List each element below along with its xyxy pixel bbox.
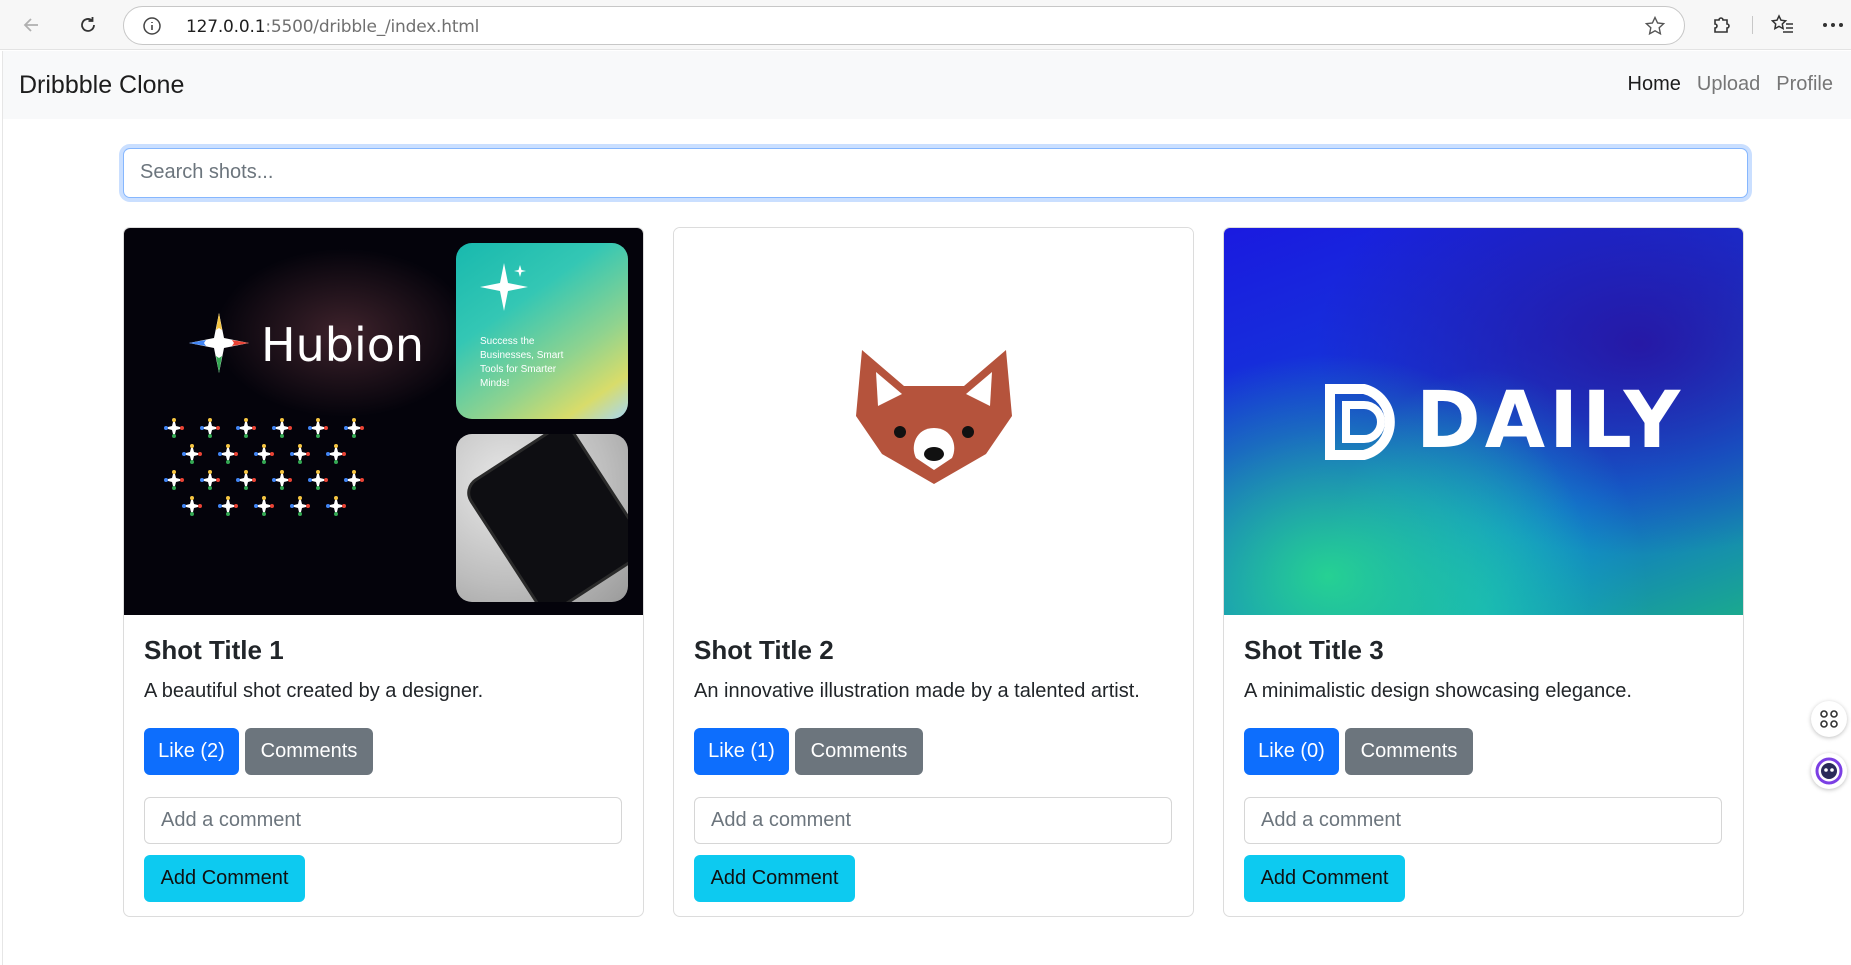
shot-image[interactable] [674, 228, 1193, 615]
promo-card-text: Success the Businesses, Smart Tools for … [480, 336, 564, 389]
puzzle-icon [1714, 17, 1730, 33]
like-button[interactable]: Like (0) [1244, 728, 1339, 775]
url-text: 127.0.0.1:5500/dribble_/index.html [186, 17, 480, 37]
browser-toolbar: 127.0.0.1:5500/dribble_/index.html [0, 0, 1851, 50]
search-input[interactable]: Search shots... [123, 148, 1748, 198]
comments-button[interactable]: Comments [1345, 728, 1473, 775]
favorites-button[interactable] [1769, 11, 1797, 39]
toolbar-separator [1752, 16, 1753, 34]
favorite-star-icon[interactable] [1644, 15, 1666, 37]
shot-title: Shot Title 2 [694, 635, 834, 665]
comment-input[interactable]: Add a comment [1244, 797, 1722, 844]
extensions-button[interactable] [1707, 11, 1735, 39]
address-bar[interactable]: 127.0.0.1:5500/dribble_/index.html [123, 6, 1685, 45]
phone-mockup [464, 434, 628, 602]
shot-title: Shot Title 1 [144, 635, 284, 665]
nav-links: Home Upload Profile [1620, 73, 1841, 96]
sparkle-logo-icon [189, 313, 249, 373]
comment-input[interactable]: Add a comment [144, 797, 622, 844]
shot-description: An innovative illustration made by a tal… [694, 680, 1140, 702]
shot-image[interactable]: DAILY [1224, 228, 1743, 615]
like-button[interactable]: Like (1) [694, 728, 789, 775]
site-info-icon[interactable] [142, 16, 162, 36]
shot-card: Hubion Success the Businesses, Smart Too… [123, 227, 644, 917]
sparkle-icon [480, 263, 528, 311]
hubion-promo-card: Success the Businesses, Smart Tools for … [456, 243, 628, 419]
command-icon [1820, 710, 1838, 728]
assistant-face-icon [1815, 757, 1843, 785]
nav-link-profile[interactable]: Profile [1768, 73, 1841, 96]
add-comment-button[interactable]: Add Comment [694, 855, 855, 902]
shot-card: Shot Title 2 An innovative illustration … [673, 227, 1194, 917]
fox-logo-icon [856, 350, 1012, 484]
sidebar-widget-button[interactable] [1811, 701, 1847, 737]
phone-mockup-card [456, 434, 628, 602]
comment-input[interactable]: Add a comment [694, 797, 1172, 844]
navbar: Dribbble Clone Home Upload Profile [3, 51, 1851, 119]
comments-button[interactable]: Comments [795, 728, 923, 775]
favorites-list-icon [1771, 14, 1793, 33]
page-content: Dribbble Clone Home Upload Profile Searc… [2, 51, 1851, 965]
daily-wordmark: DAILY [1416, 376, 1685, 466]
nav-link-home[interactable]: Home [1620, 73, 1689, 96]
assistant-widget-button[interactable] [1811, 753, 1847, 789]
brand-link[interactable]: Dribbble Clone [19, 71, 184, 100]
shot-card: DAILY Shot Title 3 A minimalistic design… [1223, 227, 1744, 917]
add-comment-button[interactable]: Add Comment [144, 855, 305, 902]
comments-button[interactable]: Comments [245, 728, 373, 775]
hubion-wordmark: Hubion [261, 318, 425, 372]
more-menu-button[interactable] [1819, 11, 1847, 39]
shot-description: A minimalistic design showcasing eleganc… [1244, 680, 1632, 702]
shot-image[interactable]: Hubion Success the Businesses, Smart Too… [124, 228, 643, 615]
reload-button[interactable] [72, 9, 104, 41]
sparkle-pattern-icon [164, 418, 364, 516]
arrow-left-icon [23, 18, 38, 32]
reload-icon [81, 17, 95, 32]
shot-title: Shot Title 3 [1244, 635, 1384, 665]
add-comment-button[interactable]: Add Comment [1244, 855, 1405, 902]
back-button[interactable] [16, 9, 48, 41]
like-button[interactable]: Like (2) [144, 728, 239, 775]
shot-description: A beautiful shot created by a designer. [144, 680, 484, 702]
nav-link-upload[interactable]: Upload [1689, 73, 1768, 96]
ellipsis-icon [1823, 23, 1843, 27]
daily-logo-icon [1325, 384, 1395, 460]
